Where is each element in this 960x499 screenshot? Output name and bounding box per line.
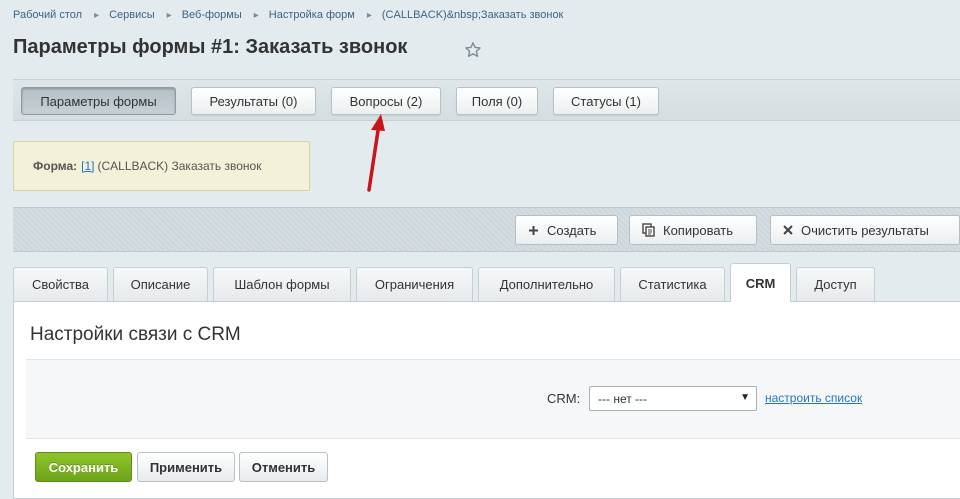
tab-form-template[interactable]: Шаблон формы [213, 267, 351, 301]
breadcrumb-separator: ▸ [166, 9, 172, 21]
context-tab-statuses[interactable]: Статусы (1) [553, 87, 659, 115]
crm-settings-panel: Настройки связи с CRM CRM: --- нет --- ▼… [13, 301, 960, 499]
dropdown-caret-icon: ▼ [740, 392, 750, 403]
clear-results-button[interactable]: Очистить результаты [770, 215, 960, 245]
action-toolbar: Создать Копировать Очистить результаты [13, 207, 960, 252]
breadcrumb-separator: ▸ [94, 9, 100, 21]
breadcrumb-item-current-form[interactable]: (CALLBACK)&nbsp;Заказать звонок [382, 9, 563, 21]
context-tab-fields[interactable]: Поля (0) [456, 87, 538, 115]
context-tab-questions[interactable]: Вопросы (2) [331, 87, 441, 115]
crm-settings-row: CRM: --- нет --- ▼ настроить список [26, 359, 960, 439]
configure-list-link[interactable]: настроить список [765, 391, 862, 405]
create-button-label: Создать [547, 222, 597, 238]
form-info-name: (CALLBACK) Заказать звонок [97, 159, 262, 173]
context-tab-form-params[interactable]: Параметры формы [21, 87, 176, 115]
tab-crm[interactable]: CRM [730, 263, 791, 302]
breadcrumb-item-desktop[interactable]: Рабочий стол [13, 9, 82, 21]
cancel-button[interactable]: Отменить [239, 452, 328, 482]
form-info-box: Форма: [1] (CALLBACK) Заказать звонок [13, 141, 310, 191]
breadcrumb-item-webforms[interactable]: Веб-формы [182, 9, 242, 21]
breadcrumb-separator: ▸ [253, 9, 259, 21]
form-id-link[interactable]: [1] [81, 159, 94, 173]
breadcrumb-item-services[interactable]: Сервисы [109, 9, 155, 21]
breadcrumb-separator: ▸ [366, 9, 372, 21]
tab-statistics[interactable]: Статистика [620, 267, 725, 301]
tab-restrictions[interactable]: Ограничения [356, 267, 473, 301]
clear-results-button-label: Очистить результаты [801, 222, 929, 238]
copy-button[interactable]: Копировать [629, 215, 757, 245]
star-icon[interactable] [464, 41, 482, 59]
tab-description[interactable]: Описание [113, 267, 208, 301]
breadcrumb-item-form-settings[interactable]: Настройка форм [269, 9, 355, 21]
crm-label: CRM: [547, 391, 581, 406]
tab-access[interactable]: Доступ [796, 267, 875, 301]
copy-icon [642, 223, 655, 237]
section-title: Настройки связи с CRM [30, 324, 241, 345]
context-tab-results[interactable]: Результаты (0) [191, 87, 316, 115]
close-icon [783, 225, 793, 235]
annotation-arrow-icon [367, 114, 385, 192]
create-button[interactable]: Создать [515, 215, 618, 245]
form-info-label: Форма: [33, 159, 78, 173]
copy-button-label: Копировать [663, 222, 733, 238]
apply-button[interactable]: Применить [137, 452, 235, 482]
tab-additional[interactable]: Дополнительно [478, 267, 615, 301]
crm-select[interactable]: --- нет --- ▼ [589, 386, 757, 411]
save-button[interactable]: Сохранить [35, 452, 132, 482]
crm-select-value: --- нет --- [598, 391, 648, 406]
tab-properties[interactable]: Свойства [13, 267, 108, 301]
plus-icon [529, 225, 538, 235]
page-title: Параметры формы #1: Заказать звонок [13, 36, 408, 58]
context-toolbar: Параметры формы Результаты (0) Вопросы (… [13, 79, 960, 121]
breadcrumb: Рабочий стол ▸ Сервисы ▸ Веб-формы ▸ Нас… [13, 9, 563, 21]
